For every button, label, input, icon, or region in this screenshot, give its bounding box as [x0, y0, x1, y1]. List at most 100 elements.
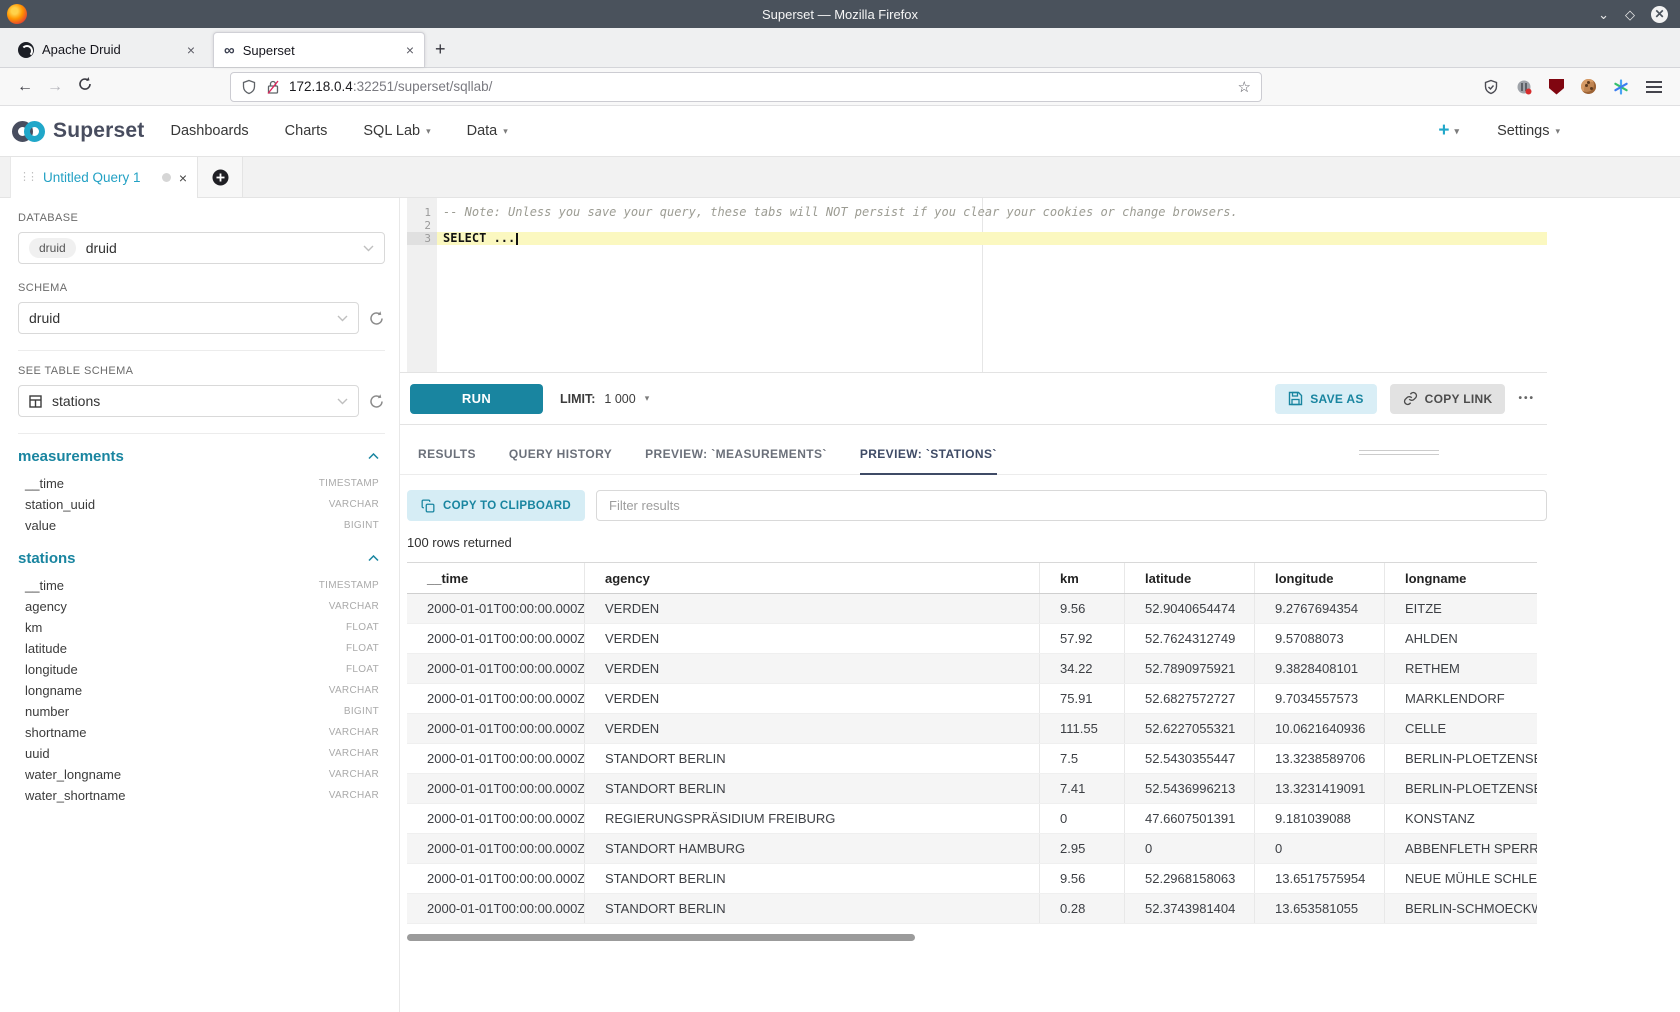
editor-gutter: 1 2 3 — [407, 198, 437, 372]
chevron-up-icon[interactable] — [368, 453, 379, 460]
tab-results[interactable]: RESULTS — [418, 447, 476, 474]
editor-code-area[interactable]: -- Note: Unless you save your query, the… — [437, 198, 1547, 372]
close-query-tab-icon[interactable]: × — [179, 170, 187, 186]
column-header[interactable]: latitude — [1125, 563, 1255, 593]
column-row: number BIGINT — [18, 701, 385, 722]
reload-button[interactable] — [70, 76, 100, 97]
column-list-measurements: __time TIMESTAMP station_uuid VARCHAR va… — [18, 473, 385, 536]
insecure-lock-icon[interactable] — [265, 79, 281, 95]
menu-icon[interactable] — [1646, 81, 1662, 93]
tab-preview-measurements[interactable]: PREVIEW: `MEASUREMENTS` — [645, 447, 827, 474]
back-button[interactable]: ← — [10, 78, 40, 96]
add-new-button[interactable]: +▾ — [1438, 120, 1459, 142]
results-pane: RESULTS QUERY HISTORY PREVIEW: `MEASUREM… — [400, 425, 1547, 942]
cookie-icon[interactable] — [1581, 79, 1596, 94]
column-header[interactable]: __time — [407, 563, 585, 593]
results-table: __time agency km latitude longitude long… — [407, 562, 1537, 924]
save-as-button[interactable]: SAVE AS — [1275, 384, 1376, 414]
browser-tabstrip: Apache Druid × ∞ Superset × + — [0, 28, 1680, 68]
column-row: shortname VARCHAR — [18, 722, 385, 743]
sql-editor[interactable]: 1 2 3 -- Note: Unless you save your quer… — [400, 198, 1547, 372]
editor-toolbar: RUN LIMIT: 1 000 ▾ SAVE AS COPY LINK •• — [400, 372, 1547, 425]
browser-tab-superset[interactable]: ∞ Superset × — [213, 32, 425, 67]
table-row[interactable]: 2000-01-01T00:00:00.000Z VERDEN 75.91 52… — [407, 684, 1537, 714]
nav-item-dashboards[interactable]: Dashboards — [170, 123, 248, 139]
limit-label: LIMIT: — [560, 392, 595, 406]
pane-drag-handle[interactable] — [1359, 447, 1439, 455]
column-row: value BIGINT — [18, 515, 385, 536]
database-label: DATABASE — [18, 212, 385, 224]
extension-shield-icon[interactable] — [1483, 79, 1499, 95]
tracking-shield-icon[interactable] — [241, 79, 257, 95]
link-icon — [1403, 391, 1418, 406]
code-comment-line: -- Note: Unless you save your query, the… — [437, 206, 1547, 219]
results-table-header: __time agency km latitude longitude long… — [407, 562, 1537, 594]
add-query-tab-button[interactable] — [198, 157, 243, 197]
chevron-down-icon — [363, 245, 374, 252]
table-row[interactable]: 2000-01-01T00:00:00.000Z VERDEN 9.56 52.… — [407, 594, 1537, 624]
database-select[interactable]: druid druid — [18, 232, 385, 264]
table-grid-icon — [29, 395, 42, 408]
run-button[interactable]: RUN — [410, 384, 543, 414]
table-row[interactable]: 2000-01-01T00:00:00.000Z VERDEN 34.22 52… — [407, 654, 1537, 684]
forward-button[interactable]: → — [40, 78, 70, 96]
table-row[interactable]: 2000-01-01T00:00:00.000Z STANDORT HAMBUR… — [407, 834, 1537, 864]
table-row[interactable]: 2000-01-01T00:00:00.000Z STANDORT BERLIN… — [407, 864, 1537, 894]
settings-menu[interactable]: Settings▾ — [1497, 123, 1560, 139]
bookmark-star-icon[interactable]: ☆ — [1238, 78, 1251, 96]
column-header[interactable]: longitude — [1255, 563, 1385, 593]
text-cursor — [516, 233, 518, 245]
nav-item-charts[interactable]: Charts — [285, 123, 328, 139]
query-tab[interactable]: ⋮⋮ Untitled Query 1 × — [10, 157, 198, 198]
table-select[interactable]: stations — [18, 385, 359, 417]
column-row: agency VARCHAR — [18, 596, 385, 617]
browser-tab-label: Superset — [243, 43, 398, 58]
scrollbar-thumb[interactable] — [407, 934, 915, 941]
limit-value: 1 000 — [604, 392, 635, 406]
filter-results-input[interactable] — [596, 490, 1547, 521]
table-schema-measurements[interactable]: measurements — [18, 448, 385, 465]
url-bar[interactable]: 172.18.0.4:32251/superset/sqllab/ ☆ — [230, 72, 1262, 102]
extension-mask-icon[interactable] — [1516, 79, 1532, 95]
table-row[interactable]: 2000-01-01T00:00:00.000Z VERDEN 57.92 52… — [407, 624, 1537, 654]
horizontal-scrollbar[interactable] — [407, 934, 1537, 942]
tab-close-icon[interactable]: × — [406, 42, 414, 58]
tab-query-history[interactable]: QUERY HISTORY — [509, 447, 612, 474]
column-header[interactable]: km — [1040, 563, 1125, 593]
more-options-button[interactable]: ••• — [1518, 393, 1535, 404]
ublock-icon[interactable] — [1549, 79, 1564, 95]
drag-dots-icon[interactable]: ⋮⋮ — [19, 172, 35, 183]
browser-tab-druid[interactable]: Apache Druid × — [8, 32, 205, 67]
superset-logo[interactable]: Superset — [12, 119, 144, 143]
url-text[interactable]: 172.18.0.4:32251/superset/sqllab/ — [289, 79, 1230, 94]
column-row: water_shortname VARCHAR — [18, 785, 385, 806]
table-row[interactable]: 2000-01-01T00:00:00.000Z STANDORT BERLIN… — [407, 894, 1537, 924]
table-row[interactable]: 2000-01-01T00:00:00.000Z STANDORT BERLIN… — [407, 774, 1537, 804]
column-header[interactable]: agency — [585, 563, 1040, 593]
limit-control[interactable]: LIMIT: 1 000 ▾ — [560, 392, 649, 406]
tab-preview-stations[interactable]: PREVIEW: `STATIONS` — [860, 447, 997, 474]
refresh-schema-icon[interactable] — [368, 310, 385, 327]
chevron-up-icon[interactable] — [368, 555, 379, 562]
copy-link-button[interactable]: COPY LINK — [1390, 384, 1506, 414]
table-row[interactable]: 2000-01-01T00:00:00.000Z VERDEN 111.55 5… — [407, 714, 1537, 744]
column-row: uuid VARCHAR — [18, 743, 385, 764]
table-row[interactable]: 2000-01-01T00:00:00.000Z STANDORT BERLIN… — [407, 744, 1537, 774]
schema-select[interactable]: druid — [18, 302, 359, 334]
column-header[interactable]: longname — [1385, 563, 1537, 593]
column-row: latitude FLOAT — [18, 638, 385, 659]
new-tab-button[interactable]: + — [435, 39, 446, 60]
save-icon — [1288, 391, 1303, 406]
table-row[interactable]: 2000-01-01T00:00:00.000Z REGIERUNGSPRÄSI… — [407, 804, 1537, 834]
copy-to-clipboard-button[interactable]: COPY TO CLIPBOARD — [407, 490, 585, 521]
extension-colorful-icon[interactable] — [1613, 79, 1629, 95]
table-schema-stations[interactable]: stations — [18, 550, 385, 567]
query-tabbar: ⋮⋮ Untitled Query 1 × — [0, 157, 1680, 198]
refresh-table-icon[interactable] — [368, 393, 385, 410]
tab-close-icon[interactable]: × — [187, 42, 195, 58]
column-row: station_uuid VARCHAR — [18, 494, 385, 515]
nav-item-data[interactable]: Data▾ — [467, 123, 508, 139]
column-row: water_longname VARCHAR — [18, 764, 385, 785]
nav-item-sqllab[interactable]: SQL Lab▾ — [363, 123, 430, 139]
column-row: __time TIMESTAMP — [18, 575, 385, 596]
